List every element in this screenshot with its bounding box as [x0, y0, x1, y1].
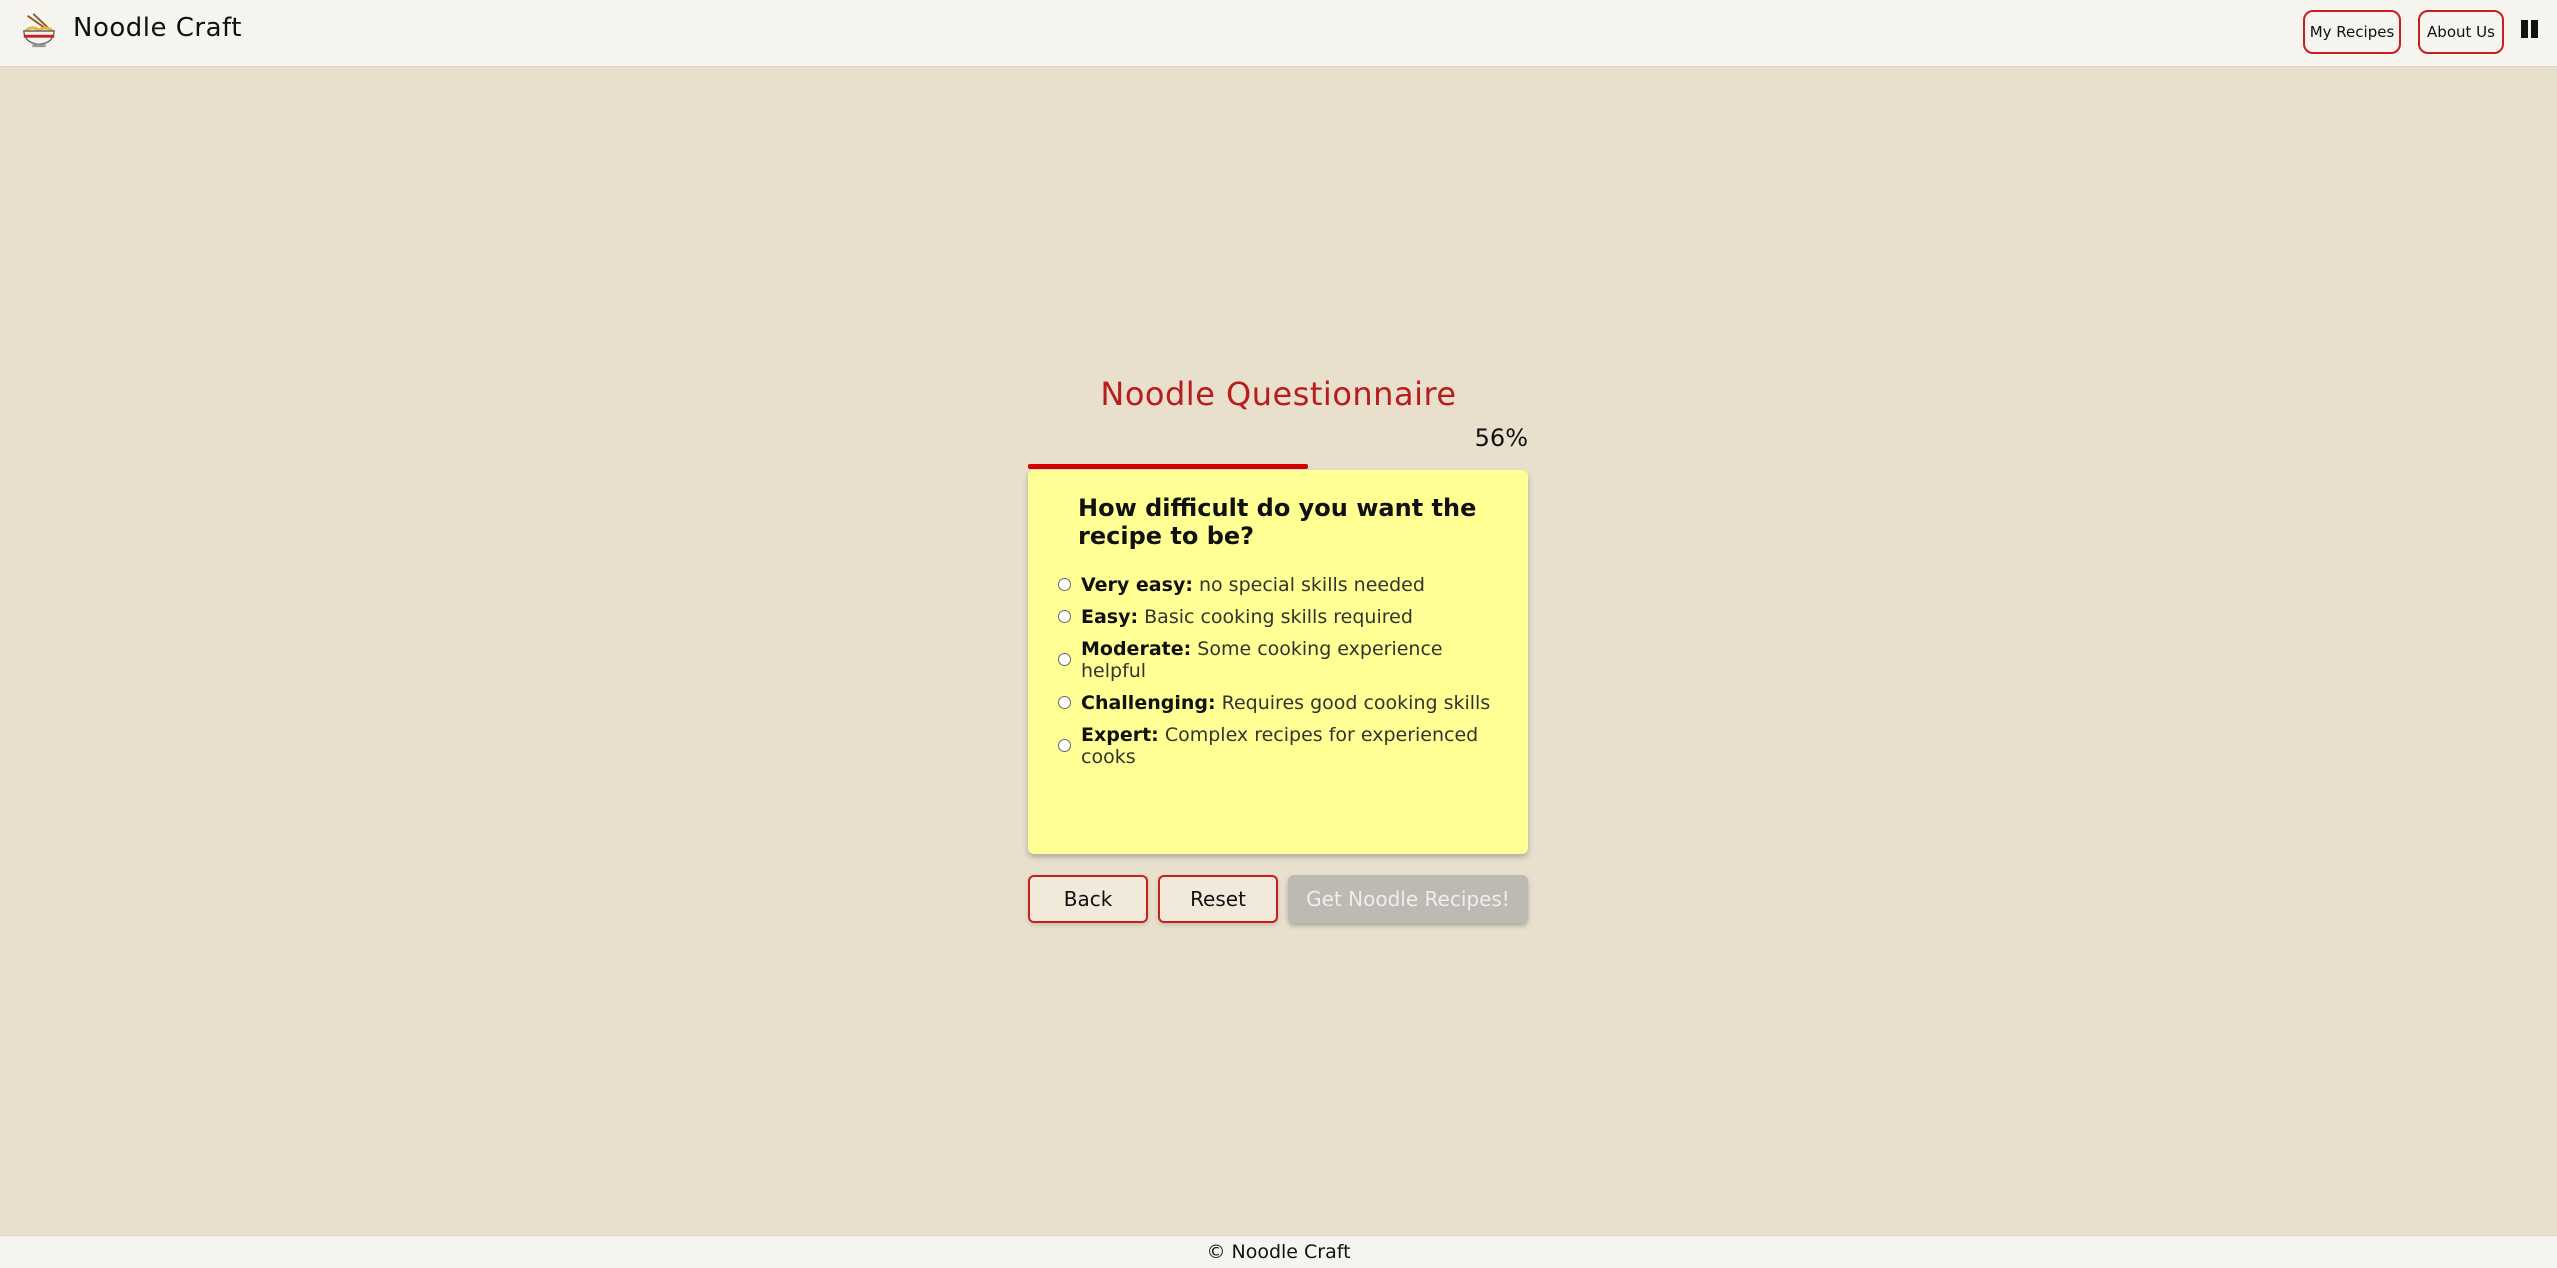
- option-description: Requires good cooking skills: [1221, 692, 1491, 714]
- my-recipes-button[interactable]: My Recipes: [2303, 10, 2401, 54]
- footer: © Noodle Craft: [0, 1235, 2557, 1268]
- progress-bar: [1028, 464, 1528, 469]
- option-description: Basic cooking skills required: [1144, 606, 1413, 628]
- page-title: Noodle Questionnaire: [1100, 375, 1457, 413]
- pause-icon[interactable]: [2521, 20, 2539, 38]
- option-label: Very easy:: [1081, 574, 1193, 596]
- option-description: no special skills needed: [1198, 574, 1425, 596]
- progress-bar-fill: [1028, 464, 1308, 469]
- about-us-button[interactable]: About Us: [2418, 10, 2504, 54]
- option-label: Expert:: [1081, 724, 1159, 746]
- option-challenging[interactable]: Challenging: Requires good cooking skill…: [1058, 692, 1498, 714]
- radio-button[interactable]: [1058, 652, 1071, 666]
- question-card: How difficult do you want the recipe to …: [1028, 470, 1528, 854]
- option-easy[interactable]: Easy: Basic cooking skills required: [1058, 606, 1498, 628]
- get-noodle-recipes-button[interactable]: Get Noodle Recipes!: [1288, 875, 1528, 923]
- option-label: Easy:: [1081, 606, 1139, 628]
- noodle-bowl-logo-icon[interactable]: [20, 12, 58, 50]
- answer-options: Very easy: no special skills needed Easy…: [1058, 574, 1498, 778]
- copyright-text: © Noodle Craft: [1206, 1241, 1351, 1263]
- back-button[interactable]: Back: [1028, 875, 1148, 923]
- radio-button[interactable]: [1058, 609, 1071, 623]
- radio-button[interactable]: [1058, 738, 1071, 752]
- brand-name[interactable]: Noodle Craft: [73, 13, 242, 43]
- option-label: Challenging:: [1081, 692, 1216, 714]
- option-very-easy[interactable]: Very easy: no special skills needed: [1058, 574, 1498, 596]
- option-label: Moderate:: [1081, 638, 1192, 660]
- progress-percent: 56%: [1474, 424, 1528, 452]
- top-header: Noodle Craft My Recipes About Us: [0, 0, 2557, 67]
- option-expert[interactable]: Expert: Complex recipes for experienced …: [1058, 724, 1498, 768]
- reset-button[interactable]: Reset: [1158, 875, 1278, 923]
- option-moderate[interactable]: Moderate: Some cooking experience helpfu…: [1058, 638, 1498, 682]
- radio-button[interactable]: [1058, 577, 1071, 591]
- radio-button[interactable]: [1058, 695, 1071, 709]
- question-text: How difficult do you want the recipe to …: [1078, 494, 1477, 550]
